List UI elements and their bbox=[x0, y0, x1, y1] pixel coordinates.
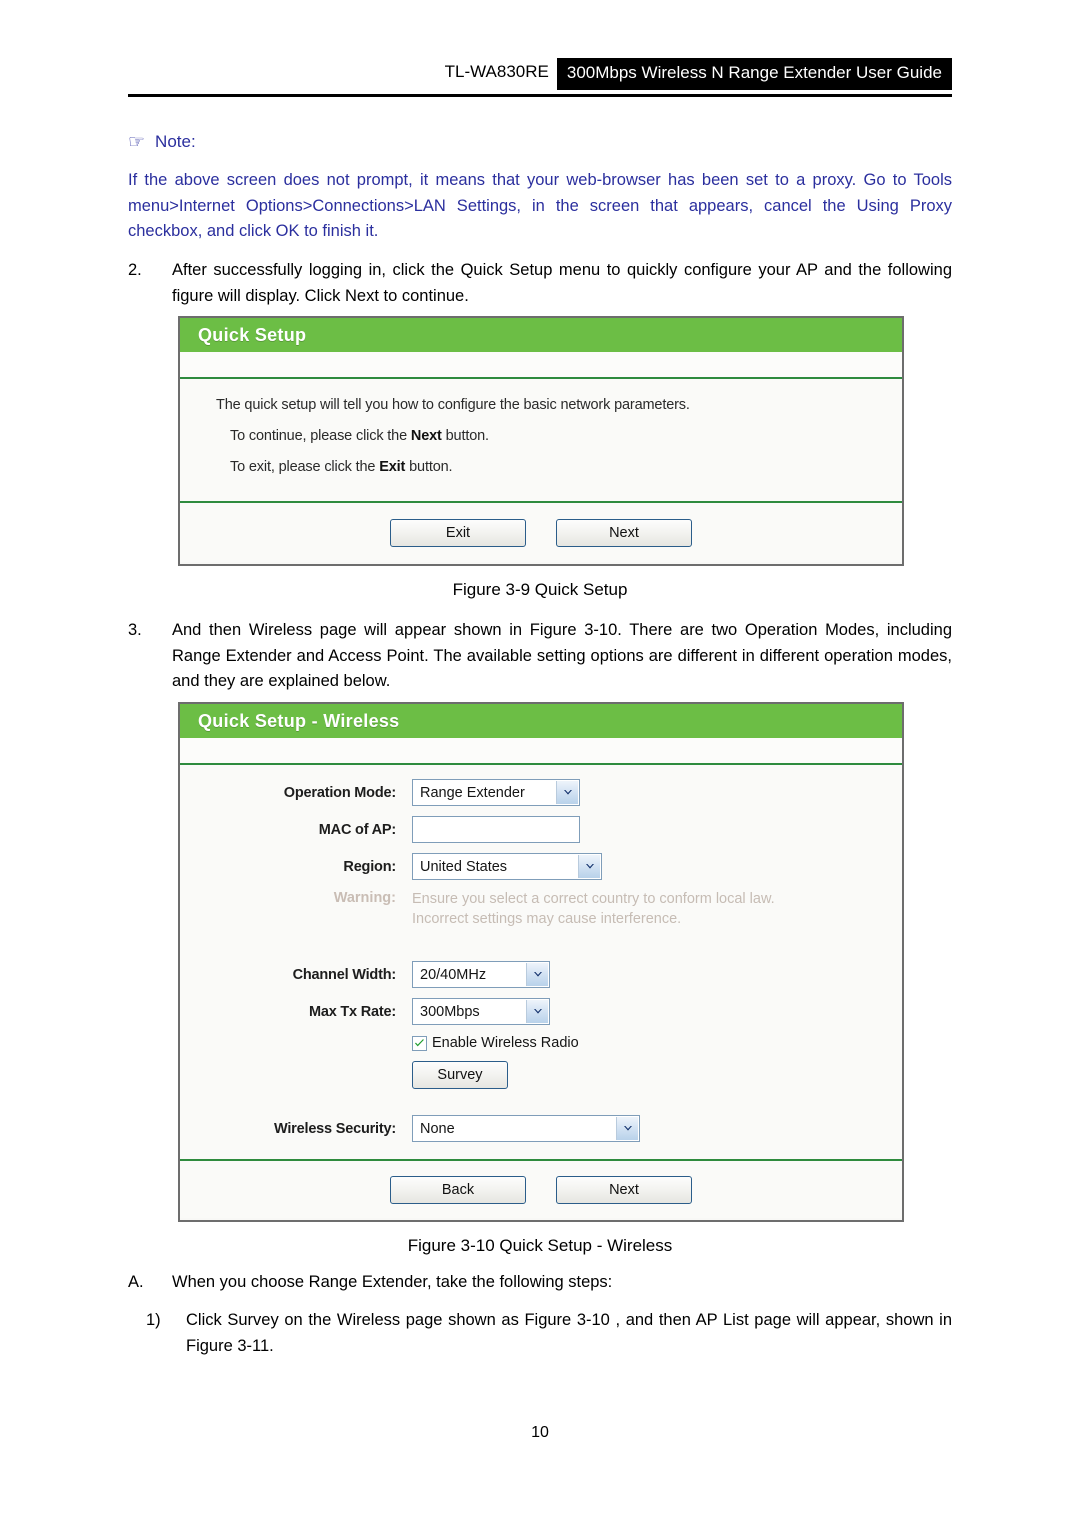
step-2-marker: 2. bbox=[128, 261, 142, 279]
operation-mode-control: Range Extender bbox=[412, 779, 580, 806]
exit-bold-exit: Exit bbox=[379, 459, 406, 475]
note-heading: ☞ Note: bbox=[128, 132, 952, 152]
max-tx-rate-value: 300Mbps bbox=[420, 1003, 480, 1020]
step-3-paragraph: 3. And then Wireless page will appear sh… bbox=[128, 618, 952, 695]
header-title: 300Mbps Wireless N Range Extender User G… bbox=[556, 58, 952, 90]
quick-setup-body: The quick setup will tell you how to con… bbox=[180, 379, 902, 501]
channel-width-control: 20/40MHz bbox=[412, 961, 550, 989]
quick-setup-exit-line: To exit, please click the Exit button. bbox=[216, 459, 902, 475]
quick-setup-wireless-screenshot: Quick Setup - Wireless Operation Mode: R… bbox=[178, 702, 904, 1222]
continue-pre-text: To continue, please click the bbox=[230, 428, 411, 444]
quick-setup-intro-line: The quick setup will tell you how to con… bbox=[216, 397, 690, 413]
wireless-security-control: None bbox=[412, 1115, 640, 1143]
figure-caption-3-9: Figure 3-9 Quick Setup bbox=[452, 580, 628, 599]
pointing-hand-icon: ☞ bbox=[128, 131, 146, 153]
max-tx-rate-select[interactable]: 300Mbps bbox=[412, 998, 550, 1026]
exit-post-text: button. bbox=[405, 459, 453, 475]
region-control: United States bbox=[412, 853, 602, 880]
page-header: TL-WA830RE 300Mbps Wireless N Range Exte… bbox=[128, 58, 952, 97]
operation-mode-label: Operation Mode: bbox=[283, 784, 396, 801]
mac-of-ap-label: MAC of AP: bbox=[318, 821, 396, 838]
page-number: 10 bbox=[531, 1424, 549, 1441]
step-3-marker: 3. bbox=[128, 621, 142, 639]
continue-post-text: button. bbox=[441, 428, 489, 444]
channel-width-row: Channel Width: 20/40MHz bbox=[180, 961, 902, 989]
region-row: Region: United States bbox=[180, 853, 902, 880]
operation-mode-select[interactable]: Range Extender bbox=[412, 779, 580, 806]
warning-row: Warning: Ensure you select a correct cou… bbox=[180, 890, 902, 929]
mac-of-ap-row: MAC of AP: bbox=[180, 816, 902, 843]
quick-setup-continue-line: To continue, please click the Next butto… bbox=[216, 428, 902, 444]
header-rule bbox=[128, 94, 952, 97]
wireless-title: Quick Setup - Wireless bbox=[198, 710, 400, 731]
quick-setup-header: Quick Setup bbox=[180, 318, 902, 352]
warning-line-1: Ensure you select a correct country to c… bbox=[412, 891, 775, 907]
form-spacer-lower bbox=[180, 1089, 902, 1115]
chevron-down-icon[interactable] bbox=[616, 1117, 638, 1141]
form-spacer-upper bbox=[180, 929, 902, 961]
region-label: Region: bbox=[343, 858, 396, 875]
step-a1-paragraph: 1) Click Survey on the Wireless page sho… bbox=[146, 1308, 952, 1359]
wireless-next-button[interactable]: Next bbox=[556, 1175, 692, 1204]
wireless-security-row: Wireless Security: None bbox=[180, 1115, 902, 1143]
note-label: Note: bbox=[155, 132, 196, 151]
figure-caption-3-10: Figure 3-10 Quick Setup - Wireless bbox=[407, 1236, 673, 1255]
wireless-footer: Back Next bbox=[180, 1159, 902, 1218]
wireless-header: Quick Setup - Wireless bbox=[180, 704, 902, 738]
channel-width-label: Channel Width: bbox=[292, 966, 397, 983]
step-3-text: And then Wireless page will appear shown… bbox=[172, 621, 952, 691]
step-a1-text: Click Survey on the Wireless page shown … bbox=[186, 1311, 952, 1355]
quick-setup-title: Quick Setup bbox=[198, 324, 307, 345]
back-button[interactable]: Back bbox=[390, 1175, 526, 1204]
quick-setup-screenshot: Quick Setup The quick setup will tell yo… bbox=[178, 316, 904, 566]
mac-of-ap-control bbox=[412, 816, 580, 843]
warning-label: Warning: bbox=[333, 890, 396, 906]
step-2-paragraph: 2. After successfully logging in, click … bbox=[128, 258, 952, 309]
exit-pre-text: To exit, please click the bbox=[230, 459, 380, 475]
wireless-security-label: Wireless Security: bbox=[274, 1120, 396, 1137]
channel-width-value: 20/40MHz bbox=[420, 966, 487, 983]
quick-setup-footer: Exit Next bbox=[180, 501, 902, 562]
chevron-down-icon[interactable] bbox=[526, 1000, 548, 1024]
header-row: TL-WA830RE 300Mbps Wireless N Range Exte… bbox=[128, 58, 952, 90]
chevron-down-icon[interactable] bbox=[556, 781, 578, 804]
step-a-paragraph: A. When you choose Range Extender, take … bbox=[128, 1270, 952, 1296]
operation-mode-row: Operation Mode: Range Extender bbox=[180, 779, 902, 806]
quick-setup-subbar bbox=[180, 352, 902, 379]
note-block: ☞ Note: If the above screen does not pro… bbox=[128, 132, 952, 245]
note-body: If the above screen does not prompt, it … bbox=[128, 171, 952, 241]
enable-wireless-radio-label: Enable Wireless Radio bbox=[432, 1035, 579, 1052]
survey-button[interactable]: Survey bbox=[412, 1061, 508, 1090]
next-button[interactable]: Next bbox=[556, 518, 692, 547]
enable-wireless-radio-checkbox[interactable] bbox=[412, 1035, 427, 1051]
warning-text: Ensure you select a correct country to c… bbox=[412, 890, 775, 929]
step-2-text: After successfully logging in, click the… bbox=[172, 261, 952, 305]
enable-wireless-radio-row: Enable Wireless Radio bbox=[412, 1035, 902, 1051]
region-value: United States bbox=[420, 858, 508, 875]
step-a1-marker: 1) bbox=[146, 1311, 161, 1329]
exit-button[interactable]: Exit bbox=[390, 518, 526, 547]
mac-of-ap-input[interactable] bbox=[412, 816, 580, 843]
header-model: TL-WA830RE bbox=[444, 62, 549, 81]
max-tx-rate-label: Max Tx Rate: bbox=[308, 1003, 396, 1020]
max-tx-rate-control: 300Mbps bbox=[412, 998, 550, 1026]
operation-mode-value: Range Extender bbox=[420, 784, 525, 801]
wireless-body: Operation Mode: Range Extender MAC of AP… bbox=[180, 765, 902, 1159]
region-select[interactable]: United States bbox=[412, 853, 602, 880]
max-tx-rate-row: Max Tx Rate: 300Mbps bbox=[180, 998, 902, 1026]
chevron-down-icon[interactable] bbox=[578, 855, 600, 878]
wireless-security-value: None bbox=[420, 1120, 455, 1137]
wireless-security-select[interactable]: None bbox=[412, 1115, 640, 1143]
step-a-text: When you choose Range Extender, take the… bbox=[172, 1273, 613, 1291]
continue-bold-next: Next bbox=[410, 428, 442, 444]
warning-line-2: Incorrect settings may cause interferenc… bbox=[412, 910, 682, 927]
chevron-down-icon[interactable] bbox=[526, 963, 548, 987]
step-a-marker: A. bbox=[128, 1273, 144, 1291]
channel-width-select[interactable]: 20/40MHz bbox=[412, 961, 550, 989]
wireless-subbar bbox=[180, 738, 902, 765]
